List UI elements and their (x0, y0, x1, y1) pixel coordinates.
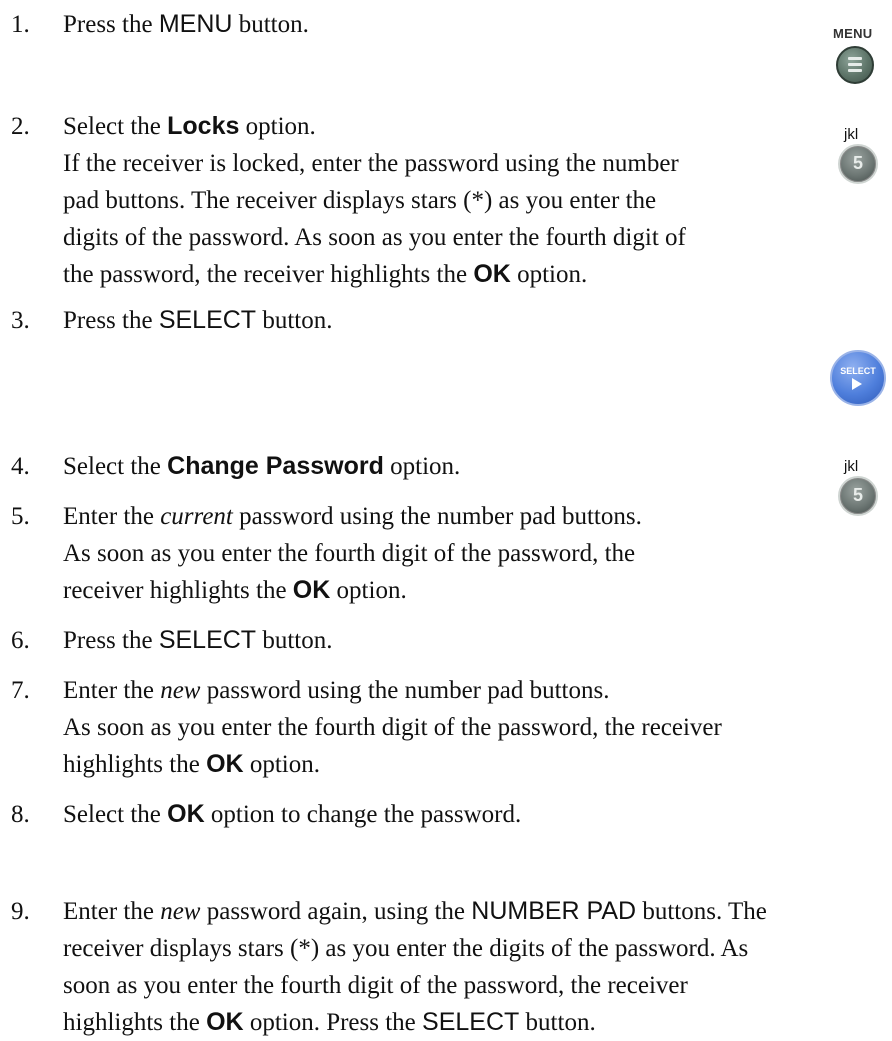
number-5-icon: jkl 5 (836, 458, 880, 522)
digit-button: 5 (838, 476, 878, 516)
step-text: Press the SELECT button. (63, 626, 333, 654)
step-text: Press the SELECT button. (63, 306, 333, 334)
menu-caption: MENU (833, 26, 873, 41)
step-number: 4. (11, 453, 30, 480)
step-number: 3. (11, 307, 30, 334)
step-number: 5. (11, 503, 30, 530)
menu-round-icon (836, 46, 874, 84)
step-number: 9. (11, 898, 30, 925)
step-number: 7. (11, 677, 30, 704)
select-round-icon: SELECT (830, 350, 886, 406)
step-number: 2. (11, 113, 30, 140)
number-5-icon: jkl 5 (836, 126, 880, 190)
step-text: Select the Locks option. If the receiver… (63, 112, 686, 288)
step-number: 6. (11, 627, 30, 654)
play-arrow-icon (852, 378, 862, 390)
step-text: Enter the current password using the num… (63, 503, 642, 604)
step-text: Select the Change Password option. (63, 452, 461, 480)
jkl-caption: jkl (844, 126, 859, 143)
step-text: Enter the new password again, using the … (63, 897, 767, 1036)
step-text: Press the MENU button. (63, 10, 309, 38)
menu-button-icon: MENU (832, 26, 876, 100)
jkl-caption: jkl (844, 458, 859, 475)
step-text: Select the OK option to change the passw… (63, 800, 522, 828)
select-button-icon: SELECT (830, 350, 886, 406)
digit-button: 5 (838, 144, 878, 184)
step-text: Enter the new password using the number … (63, 677, 722, 778)
step-number: 8. (11, 801, 30, 828)
step-number: 1. (11, 11, 30, 38)
